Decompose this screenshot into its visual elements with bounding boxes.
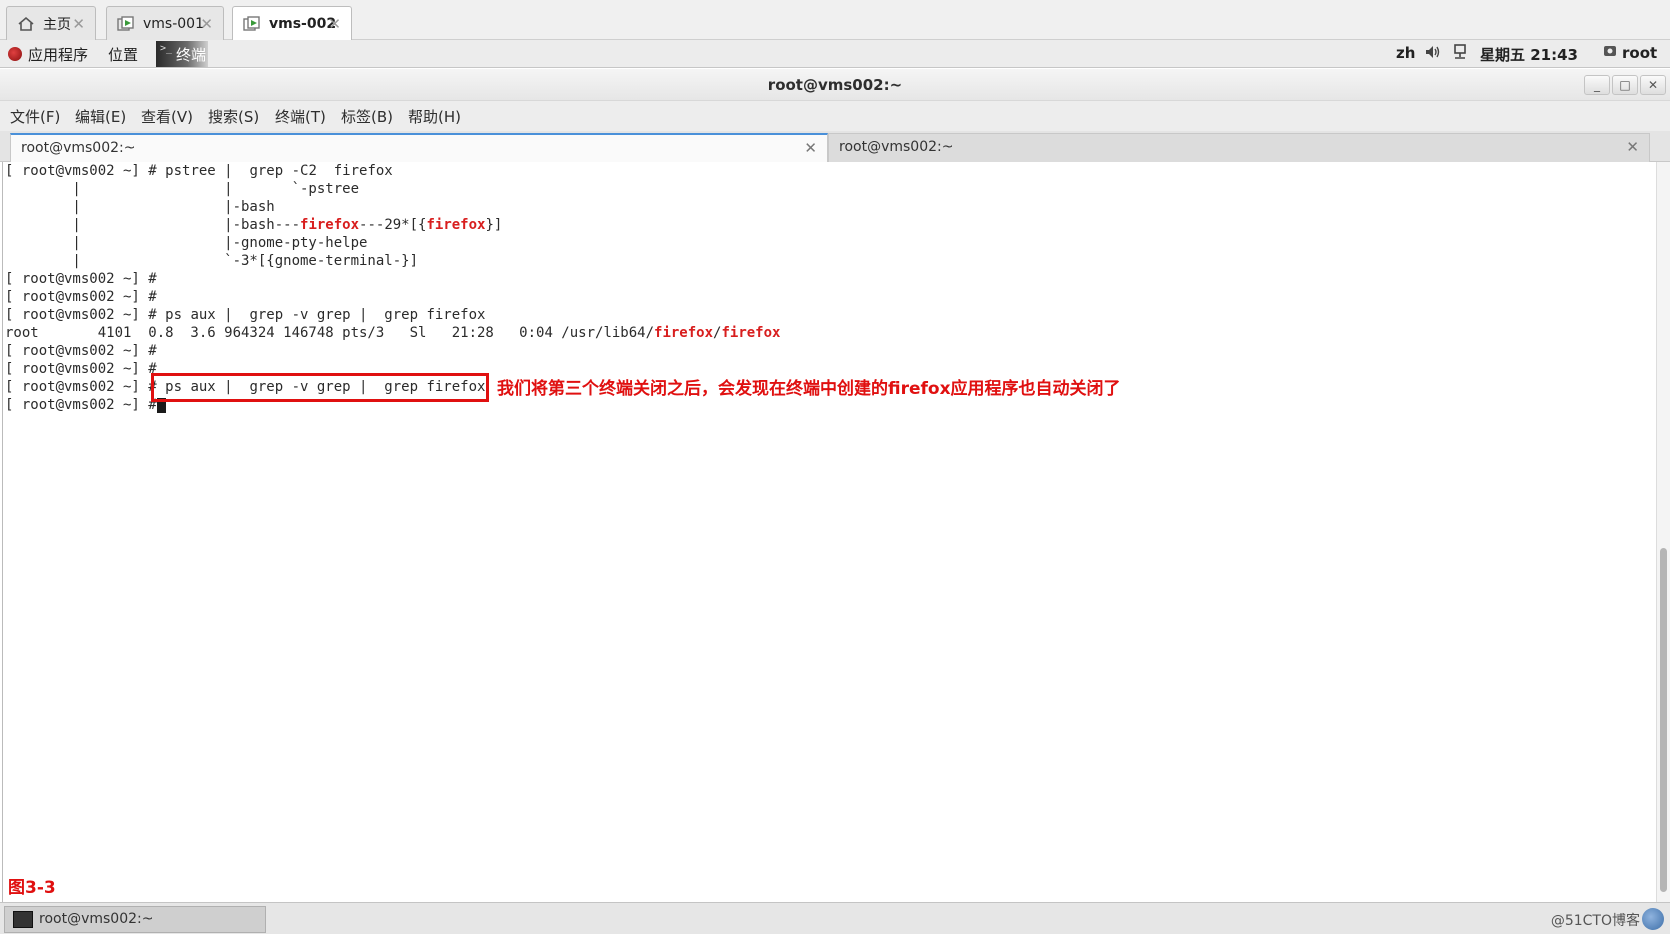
terminal-tab-1[interactable]: root@vms002:~ ✕ — [10, 133, 828, 162]
scrollbar-thumb[interactable] — [1660, 548, 1667, 892]
annotation-highlight-box — [151, 373, 489, 402]
terminal-line: [ root@vms002 ~] # — [5, 270, 165, 288]
highlight-match: firefox — [426, 217, 486, 233]
terminal-line: | |-bash---firefox---29*[{firefox}] — [5, 216, 502, 234]
menu-view[interactable]: 查看(V) — [141, 106, 193, 127]
terminal-line: [ root@vms002 ~] # — [5, 288, 165, 306]
network-icon[interactable] — [1452, 43, 1468, 65]
highlight-match: firefox — [654, 325, 714, 341]
user-icon — [1602, 44, 1618, 64]
home-icon — [17, 16, 35, 32]
command: ps aux | grep -v grep | grep firefox — [165, 307, 486, 323]
vm-tab-label: vms-002 — [269, 15, 337, 32]
terminal-icon: >_ — [160, 43, 173, 54]
watermark: @51CTO博客 — [1550, 913, 1640, 929]
terminal-tab-label: root@vms002:~ — [839, 139, 954, 155]
close-icon[interactable]: ✕ — [72, 15, 85, 33]
terminal-scrollbar[interactable] — [1656, 162, 1670, 902]
vm-tab-label: 主页 — [43, 16, 71, 33]
terminal-line: [ root@vms002 ~] # — [5, 396, 165, 414]
window-title: root@vms002:~ — [767, 76, 903, 94]
output-text: root 4101 0.8 3.6 964324 146748 pts/3 Sl… — [5, 325, 655, 341]
command: pstree | grep -C2 firefox — [165, 163, 393, 179]
terminal-line: [ root@vms002 ~] # — [5, 342, 165, 360]
clock[interactable]: 星期五 21:43 — [1480, 44, 1578, 65]
close-icon[interactable]: ✕ — [1626, 134, 1639, 161]
vm-tab-strip: 主页 ✕ vms-001 ✕ vms-002 ✕ — [0, 0, 1670, 40]
gnome-top-panel: 应用程序 位置 >_ 终端 zh 星期五 21:43 root — [0, 40, 1670, 68]
prompt: [ root@vms002 ~] # — [5, 361, 166, 377]
terminal-tab-2[interactable]: root@vms002:~ ✕ — [828, 133, 1650, 162]
vm-tab-label: vms-001 — [143, 15, 204, 32]
prompt: [ root@vms002 ~] # — [5, 307, 166, 323]
prompt: [ root@vms002 ~] # — [5, 343, 166, 359]
close-icon[interactable]: ✕ — [200, 15, 213, 33]
output-text: }] — [485, 217, 503, 233]
terminal-output[interactable]: [ root@vms002 ~] # pstree | grep -C2 fir… — [2, 162, 1656, 902]
volume-icon[interactable] — [1424, 43, 1442, 65]
terminal-line: | |-gnome-pty-helpe — [5, 235, 368, 251]
terminal-icon — [13, 911, 33, 928]
terminal-tab-label: root@vms002:~ — [21, 140, 136, 156]
user-menu[interactable]: root — [1622, 44, 1657, 62]
menu-bar: 文件(F) 编辑(E) 查看(V) 搜索(S) 终端(T) 标签(B) 帮助(H… — [0, 101, 1670, 131]
terminal-launcher[interactable]: >_ 终端 — [156, 41, 208, 67]
prompt: [ root@vms002 ~] # — [5, 163, 166, 179]
highlight-match: firefox — [721, 325, 781, 341]
places-menu[interactable]: 位置 — [108, 44, 138, 65]
taskbar-window-item[interactable]: root@vms002:~ — [4, 906, 266, 933]
taskbar-item-label: root@vms002:~ — [39, 911, 154, 927]
vm-tab-vms-001[interactable]: vms-001 ✕ — [106, 6, 224, 40]
workspace-icon[interactable] — [1642, 908, 1664, 930]
vm-tab-home[interactable]: 主页 ✕ — [6, 6, 96, 40]
applications-icon — [8, 47, 22, 61]
terminal-line: | `-3*[{gnome-terminal-}] — [5, 253, 419, 269]
minimize-button[interactable]: _ — [1584, 75, 1610, 95]
bottom-taskbar: root@vms002:~ @51CTO博客 — [0, 902, 1670, 934]
prompt: [ root@vms002 ~] # — [5, 289, 166, 305]
terminal-line: [ root@vms002 ~] # — [5, 360, 165, 378]
terminal-line: | | `-pstree — [5, 181, 360, 197]
highlight-match: firefox — [300, 217, 360, 233]
maximize-button[interactable]: □ — [1612, 75, 1638, 95]
vm-tab-vms-002[interactable]: vms-002 ✕ — [232, 6, 352, 40]
output-text: | |-bash--- — [5, 217, 301, 233]
figure-label: 图3-3 — [8, 878, 56, 898]
terminal-launcher-label: 终端 — [176, 46, 207, 64]
menu-terminal[interactable]: 终端(T) — [275, 106, 326, 127]
menu-help[interactable]: 帮助(H) — [408, 106, 461, 127]
menu-edit[interactable]: 编辑(E) — [75, 106, 126, 127]
terminal-tab-bar: root@vms002:~ ✕ root@vms002:~ ✕ — [0, 131, 1670, 162]
window-titlebar[interactable]: root@vms002:~ _ □ ✕ — [0, 69, 1670, 101]
close-button[interactable]: ✕ — [1640, 75, 1666, 95]
close-icon[interactable]: ✕ — [804, 135, 817, 162]
terminal-line: root 4101 0.8 3.6 964324 146748 pts/3 Sl… — [5, 324, 780, 342]
terminal-line: | |-bash — [5, 199, 275, 215]
prompt: [ root@vms002 ~] # — [5, 397, 166, 413]
vm-icon — [243, 15, 261, 32]
terminal-line: [ root@vms002 ~] # ps aux | grep -v grep… — [5, 306, 485, 324]
applications-menu[interactable]: 应用程序 — [28, 44, 88, 65]
prompt: [ root@vms002 ~] # — [5, 379, 166, 395]
menu-file[interactable]: 文件(F) — [10, 106, 60, 127]
input-method-indicator[interactable]: zh — [1396, 44, 1415, 62]
prompt: [ root@vms002 ~] # — [5, 271, 166, 287]
output-text: ---29*[{ — [359, 217, 427, 233]
menu-tabs[interactable]: 标签(B) — [341, 106, 393, 127]
vm-icon — [117, 15, 135, 32]
close-icon[interactable]: ✕ — [328, 15, 341, 33]
terminal-line: [ root@vms002 ~] # pstree | grep -C2 fir… — [5, 162, 393, 180]
menu-search[interactable]: 搜索(S) — [208, 106, 259, 127]
annotation-text: 我们将第三个终端关闭之后，会发现在终端中创建的firefox应用程序也自动关闭了 — [497, 379, 1121, 399]
